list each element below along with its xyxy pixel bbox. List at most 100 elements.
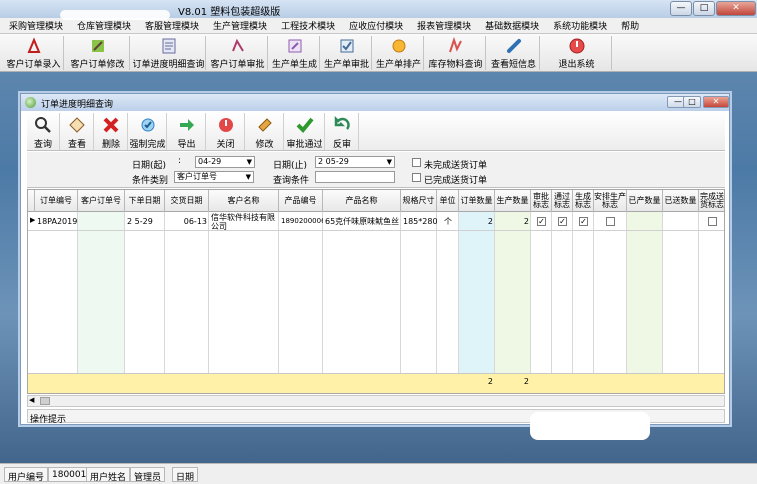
cell-unit[interactable]: 个 xyxy=(437,212,459,231)
menu-basic-data[interactable]: 基础数据模块 xyxy=(476,19,544,32)
cell-product-name[interactable]: 65克仟味原味鱿鱼丝 xyxy=(323,212,401,231)
col-approve-flag[interactable]: 审批标志 xyxy=(531,190,552,212)
cell-order-qty[interactable]: 2 xyxy=(459,212,495,231)
schedule-icon xyxy=(392,39,405,53)
scroll-thumb[interactable] xyxy=(40,397,50,405)
message-icon xyxy=(506,39,521,53)
horizontal-scrollbar[interactable]: ◀ xyxy=(27,395,725,407)
approve-pass-button[interactable]: 审批通过 xyxy=(285,113,325,150)
date-end-picker[interactable]: 2 05-29 ▼ xyxy=(315,156,395,168)
exit-system-button[interactable]: 退出系统 xyxy=(542,36,612,70)
delete-x-icon xyxy=(103,117,119,133)
menu-receivables[interactable]: 应收应付模块 xyxy=(340,19,408,32)
cell-prod-qty[interactable]: 2 xyxy=(495,212,531,231)
menu-bar: 采购管理模块 仓库管理模块 客服管理模块 生产管理模块 工程技术模块 应收应付模… xyxy=(0,18,757,34)
export-button[interactable]: 导出 xyxy=(168,113,206,150)
col-gen-flag[interactable]: 生成标志 xyxy=(573,190,594,212)
edit-button[interactable]: 修改 xyxy=(246,113,284,150)
menu-help[interactable]: 帮助 xyxy=(612,19,644,32)
col-order-qty[interactable]: 订单数量 xyxy=(459,190,495,212)
col-done-flag[interactable]: 完成送货标志 xyxy=(699,190,724,212)
export-arrow-icon xyxy=(179,119,194,131)
col-product-name[interactable]: 产品名称 xyxy=(323,190,401,212)
force-complete-icon xyxy=(141,118,154,132)
user-name-label: 用户姓名 xyxy=(86,467,131,483)
reverse-approve-button[interactable]: 反审 xyxy=(326,113,359,150)
child-close-button[interactable]: ✕ xyxy=(703,96,729,108)
exit-icon xyxy=(569,38,584,54)
order-approve-button[interactable]: 客户订单审批 xyxy=(208,36,268,70)
brush-icon xyxy=(257,118,272,132)
production-schedule-button[interactable]: 生产单排产 xyxy=(374,36,424,70)
minimize-button[interactable]: — xyxy=(670,1,692,16)
cell-order-date[interactable]: 2 5-29 xyxy=(125,212,165,231)
cell-customer-name[interactable]: 信华软件科技有限公司 xyxy=(209,212,279,231)
order-entry-button[interactable]: 客户订单录入 xyxy=(4,36,64,70)
date-start-picker[interactable]: 04-29 ▼ xyxy=(195,156,255,168)
col-delivery-date[interactable]: 交货日期 xyxy=(165,190,209,212)
production-generate-button[interactable]: 生产单生成 xyxy=(270,36,320,70)
main-toolbar: 客户订单录入 客户订单修改 订单进度明细查询 客户订单审批 生产单生成 生产单审… xyxy=(0,34,757,72)
view-button[interactable]: 查看 xyxy=(61,113,94,150)
query-cond-input[interactable] xyxy=(315,171,395,183)
force-complete-button[interactable]: 强制完成 xyxy=(129,113,167,150)
inventory-query-button[interactable]: 库存物料查询 xyxy=(426,36,486,70)
arrange-flag-checkbox[interactable] xyxy=(606,217,615,226)
unfinished-delivery-checkbox[interactable] xyxy=(412,158,421,167)
menu-customer-service[interactable]: 客服管理模块 xyxy=(136,19,204,32)
gen-flag-checkbox[interactable]: ✓ xyxy=(579,217,588,226)
col-order-no[interactable]: 订单编号 xyxy=(35,190,78,212)
menu-warehouse[interactable]: 仓库管理模块 xyxy=(68,19,136,32)
pass-flag-checkbox[interactable]: ✓ xyxy=(558,217,567,226)
finished-delivery-checkbox[interactable] xyxy=(412,173,421,182)
progress-query-button[interactable]: 订单进度明细查询 xyxy=(132,36,206,70)
delete-button[interactable]: 删除 xyxy=(95,113,128,150)
close-window-button[interactable]: 关闭 xyxy=(207,113,245,150)
total-order-qty: 2 xyxy=(487,377,493,386)
maximize-button[interactable]: □ xyxy=(693,1,715,16)
col-product-no[interactable]: 产品编号 xyxy=(279,190,323,212)
inventory-icon xyxy=(448,37,462,53)
menu-production[interactable]: 生产管理模块 xyxy=(204,19,272,32)
menu-engineering[interactable]: 工程技术模块 xyxy=(272,19,340,32)
child-restore-button[interactable]: □ xyxy=(683,96,701,108)
document-pdf-icon xyxy=(27,37,40,53)
grid-header: 订单编号 客户订单号 下单日期 交货日期 客户名称 产品编号 产品名称 规格尺寸… xyxy=(28,190,724,212)
col-unit[interactable]: 单位 xyxy=(437,190,459,212)
cond-type-select[interactable]: 客户订单号 ▼ xyxy=(174,171,254,183)
date-label: 日期 xyxy=(172,467,199,483)
col-customer-order-no[interactable]: 客户订单号 xyxy=(78,190,125,212)
close-button[interactable]: ✕ xyxy=(716,1,756,16)
production-approve-button[interactable]: 生产单审批 xyxy=(322,36,372,70)
done-flag-checkbox[interactable] xyxy=(708,217,717,226)
view-messages-button[interactable]: 查看短信息 xyxy=(488,36,540,70)
scroll-left-icon[interactable]: ◀ xyxy=(29,396,34,404)
col-customer-name[interactable]: 客户名称 xyxy=(209,190,279,212)
approve-flag-checkbox[interactable]: ✓ xyxy=(537,217,546,226)
chevron-down-icon: ▼ xyxy=(245,173,251,181)
cell-product-no[interactable]: 1890200006 xyxy=(279,212,323,231)
view-icon xyxy=(69,117,85,133)
cell-order-no[interactable]: 18PA201905 xyxy=(35,212,78,231)
child-title: 订单进度明细查询 xyxy=(41,100,114,110)
cell-spec[interactable]: 185*280 xyxy=(401,212,437,231)
unfinished-delivery-label: 未完成送货订单 xyxy=(424,161,488,171)
col-spec[interactable]: 规格尺寸 xyxy=(401,190,437,212)
order-edit-button[interactable]: 客户订单修改 xyxy=(66,36,130,70)
cell-delivery-date[interactable]: 06-13 xyxy=(165,212,209,231)
menu-purchase[interactable]: 采购管理模块 xyxy=(0,19,68,32)
date-end-label: 日期(止) xyxy=(273,161,308,171)
query-button[interactable]: 查询 xyxy=(27,113,60,150)
col-arrange-flag[interactable]: 安排生产标志 xyxy=(594,190,627,212)
col-order-date[interactable]: 下单日期 xyxy=(125,190,165,212)
col-delivered-qty[interactable]: 已送数量 xyxy=(663,190,699,212)
cell-customer-order-no[interactable] xyxy=(78,212,125,231)
col-pass-flag[interactable]: 通过标志 xyxy=(552,190,573,212)
col-prod-qty[interactable]: 生产数量 xyxy=(495,190,531,212)
menu-system[interactable]: 系统功能模块 xyxy=(544,19,612,32)
chevron-down-icon: ▼ xyxy=(386,158,392,166)
generate-production-icon xyxy=(288,39,301,53)
menu-reports[interactable]: 报表管理模块 xyxy=(408,19,476,32)
finished-delivery-label: 已完成送货订单 xyxy=(424,176,488,186)
col-produced-qty[interactable]: 已产数量 xyxy=(627,190,663,212)
